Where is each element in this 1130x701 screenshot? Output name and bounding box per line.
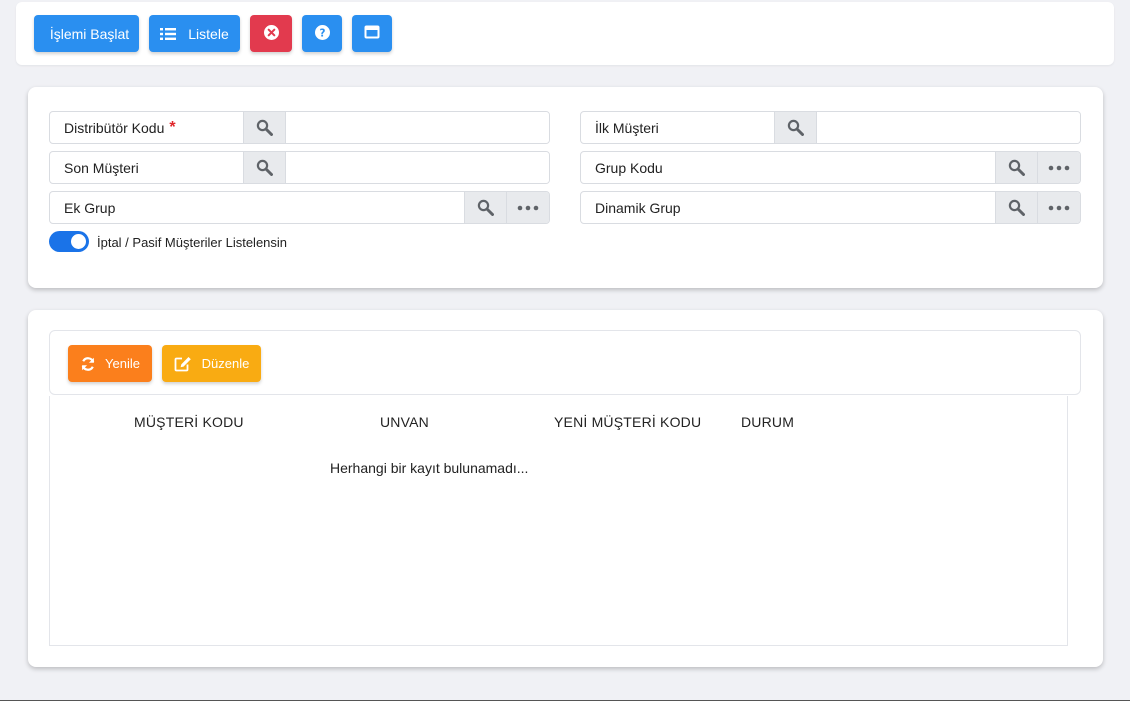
- top-toolbar: İşlemi Başlat Listele ?: [16, 2, 1114, 65]
- extra-group-field: Ek Grup: [49, 191, 550, 224]
- window-icon: [364, 25, 380, 42]
- close-circle-icon: [263, 24, 279, 43]
- empty-message: Herhangi bir kayıt bulunamadı...: [330, 460, 529, 476]
- group-code-more-button[interactable]: [1038, 152, 1080, 183]
- distributor-code-input[interactable]: [286, 112, 549, 143]
- first-customer-field: İlk Müşteri: [580, 111, 1081, 144]
- last-customer-search-button[interactable]: [244, 152, 286, 183]
- extra-group-more-button[interactable]: [507, 192, 549, 223]
- start-process-label: İşlemi Başlat: [49, 25, 130, 42]
- first-customer-search-button[interactable]: [775, 112, 817, 143]
- list-icon: [160, 27, 177, 41]
- window-button[interactable]: [352, 15, 392, 52]
- cancel-button[interactable]: [250, 15, 292, 52]
- question-circle-icon: ?: [314, 24, 330, 43]
- grid-toolbar: Yenile Düzenle: [49, 330, 1081, 395]
- search-icon: [477, 199, 494, 216]
- last-customer-label-wrap: Son Müşteri: [50, 152, 244, 183]
- dynamic-group-label-wrap: Dinamik Grup: [581, 192, 996, 223]
- distributor-code-search-button[interactable]: [244, 112, 286, 143]
- refresh-icon: [80, 356, 96, 372]
- results-grid: MÜŞTERİ KODU UNVAN YENİ MÜŞTERİ KODU DUR…: [49, 396, 1068, 646]
- distributor-code-field: Distribütör Kodu *: [49, 111, 550, 144]
- dynamic-group-field: Dinamik Grup: [580, 191, 1081, 224]
- last-customer-label: Son Müşteri: [64, 159, 139, 176]
- start-process-button[interactable]: İşlemi Başlat: [34, 15, 139, 52]
- first-customer-input[interactable]: [817, 112, 1080, 143]
- column-header-status[interactable]: DURUM: [741, 414, 794, 430]
- distributor-code-label: Distribütör Kodu: [64, 119, 165, 136]
- group-code-label-wrap: Grup Kodu: [581, 152, 996, 183]
- extra-group-label-wrap: Ek Grup: [50, 192, 465, 223]
- group-code-field: Grup Kodu: [580, 151, 1081, 184]
- dynamic-group-label: Dinamik Grup: [595, 199, 681, 216]
- search-icon: [1008, 159, 1025, 176]
- extra-group-search-button[interactable]: [465, 192, 507, 223]
- group-code-label: Grup Kodu: [595, 159, 663, 176]
- help-button[interactable]: ?: [302, 15, 342, 52]
- include-cancelled-toggle[interactable]: [49, 231, 89, 252]
- more-dots-icon: [1048, 205, 1070, 210]
- list-button[interactable]: Listele: [149, 15, 240, 52]
- column-header-title[interactable]: UNVAN: [380, 414, 429, 430]
- edit-label: Düzenle: [201, 356, 250, 371]
- search-icon: [256, 159, 273, 176]
- search-icon: [787, 119, 804, 136]
- refresh-button[interactable]: Yenile: [68, 345, 152, 382]
- more-dots-icon: [517, 205, 539, 210]
- dynamic-group-more-button[interactable]: [1038, 192, 1080, 223]
- edit-icon: [174, 356, 192, 372]
- column-header-customer-code[interactable]: MÜŞTERİ KODU: [134, 414, 244, 430]
- last-customer-field: Son Müşteri: [49, 151, 550, 184]
- search-icon: [1008, 199, 1025, 216]
- first-customer-label: İlk Müşteri: [595, 119, 659, 136]
- toggle-knob: [71, 234, 86, 249]
- svg-text:?: ?: [319, 27, 325, 39]
- required-mark: *: [169, 118, 176, 136]
- include-cancelled-toggle-label: İptal / Pasif Müşteriler Listelensin: [97, 235, 288, 250]
- search-icon: [256, 119, 273, 136]
- distributor-code-label-wrap: Distribütör Kodu *: [50, 112, 244, 143]
- dynamic-group-search-button[interactable]: [996, 192, 1038, 223]
- column-header-new-customer-code[interactable]: YENİ MÜŞTERİ KODU: [554, 414, 701, 430]
- more-dots-icon: [1048, 165, 1070, 170]
- refresh-label: Yenile: [105, 356, 140, 371]
- edit-button[interactable]: Düzenle: [162, 345, 261, 382]
- last-customer-input[interactable]: [286, 152, 549, 183]
- first-customer-label-wrap: İlk Müşteri: [581, 112, 775, 143]
- list-label: Listele: [188, 25, 229, 42]
- group-code-search-button[interactable]: [996, 152, 1038, 183]
- extra-group-label: Ek Grup: [64, 199, 116, 216]
